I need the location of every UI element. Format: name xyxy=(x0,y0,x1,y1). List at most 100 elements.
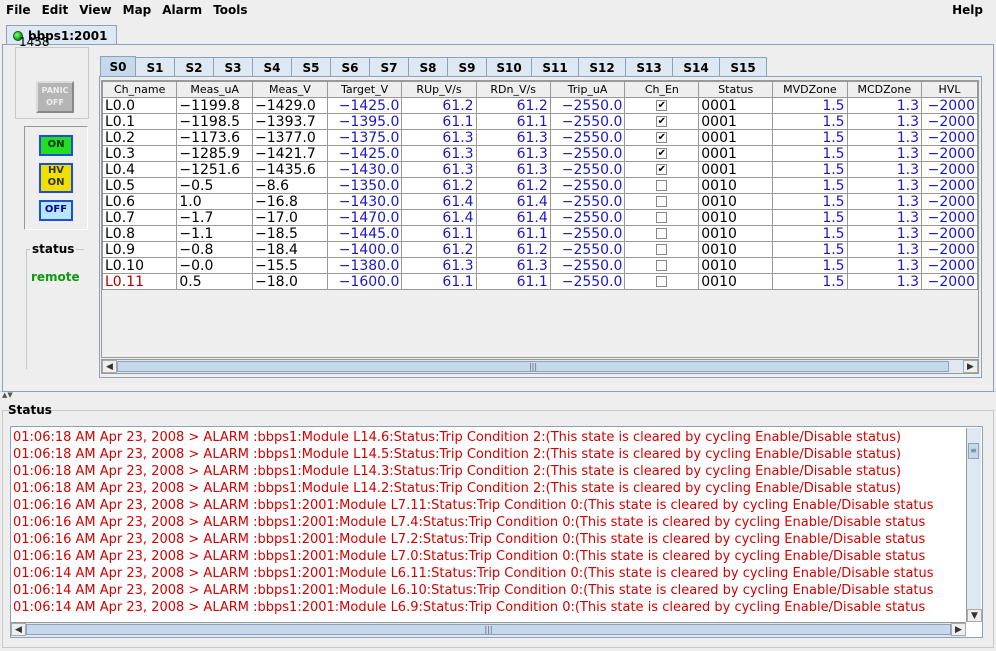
tab-s8[interactable]: S8 xyxy=(408,57,448,77)
cell-mcd[interactable]: 1.3 xyxy=(846,97,923,114)
table-row[interactable]: L0.9 −0.8 −18.4 −1400.0 61.2 61.2 −2550.0 0010 1… xyxy=(102,241,978,258)
cell-name[interactable]: L0.0 xyxy=(102,97,178,114)
cell-name[interactable]: L0.10 xyxy=(102,257,178,274)
column-header[interactable]: Meas_uA xyxy=(176,81,254,98)
cell-meas_ua[interactable]: −0.5 xyxy=(176,177,254,194)
cell-mcd[interactable]: 1.3 xyxy=(846,129,923,146)
table-row[interactable]: L0.5 −0.5 −8.6 −1350.0 61.2 61.2 −2550.0 0010 1.… xyxy=(102,177,978,194)
cell-meas_ua[interactable]: 1.0 xyxy=(176,193,254,210)
channel-enable-checkbox[interactable]: ✔ xyxy=(656,164,668,175)
cell-rdn[interactable]: 61.1 xyxy=(475,273,551,290)
cell-mvd[interactable]: 1.5 xyxy=(772,273,848,290)
cell-meas_v[interactable]: −1435.6 xyxy=(252,161,328,178)
cell-mvd[interactable]: 1.5 xyxy=(772,129,848,146)
cell-mvd[interactable]: 1.5 xyxy=(772,177,848,194)
cell-meas_v[interactable]: −16.8 xyxy=(252,193,328,210)
cell-mcd[interactable]: 1.3 xyxy=(846,145,923,162)
cell-rup[interactable]: 61.1 xyxy=(401,273,477,290)
cell-en[interactable] xyxy=(624,177,700,194)
cell-rup[interactable]: 61.2 xyxy=(401,241,477,258)
tab-s5[interactable]: S5 xyxy=(291,57,331,77)
cell-meas_ua[interactable]: −1251.6 xyxy=(176,161,254,178)
cell-meas_ua[interactable]: −1285.9 xyxy=(176,145,254,162)
cell-rup[interactable]: 61.4 xyxy=(401,193,477,210)
cell-rup[interactable]: 61.1 xyxy=(401,113,477,130)
cell-trip[interactable]: −2550.0 xyxy=(549,113,626,130)
cell-trip[interactable]: −2550.0 xyxy=(549,97,626,114)
cell-name[interactable]: L0.11 xyxy=(102,273,178,290)
cell-hvl[interactable]: −2000 xyxy=(921,257,978,274)
tab-s7[interactable]: S7 xyxy=(369,57,409,77)
cell-rup[interactable]: 61.2 xyxy=(401,97,477,114)
cell-mvd[interactable]: 1.5 xyxy=(772,257,848,274)
log-scroll-left-icon[interactable]: ◀ xyxy=(11,623,26,636)
menu-view[interactable]: View xyxy=(73,3,116,17)
tab-s2[interactable]: S2 xyxy=(174,57,214,77)
split-pane-divider[interactable]: ▲▼ xyxy=(0,392,996,399)
cell-target[interactable]: −1400.0 xyxy=(326,241,403,258)
cell-target[interactable]: −1600.0 xyxy=(326,273,403,290)
table-row[interactable]: L0.6 1.0 −16.8 −1430.0 61.4 61.4 −2550.0 0010 1.… xyxy=(102,193,978,210)
column-header[interactable]: HVL xyxy=(921,81,978,98)
cell-meas_v[interactable]: −17.0 xyxy=(252,209,328,226)
cell-mcd[interactable]: 1.3 xyxy=(846,113,923,130)
log-horizontal-scrollbar[interactable]: ◀ ||| ▶ xyxy=(11,622,966,637)
cell-meas_ua[interactable]: −1.1 xyxy=(176,225,254,242)
tab-s6[interactable]: S6 xyxy=(330,57,370,77)
cell-rdn[interactable]: 61.3 xyxy=(475,145,551,162)
cell-rdn[interactable]: 61.4 xyxy=(475,193,551,210)
on-button[interactable]: ON xyxy=(39,135,73,156)
cell-target[interactable]: −1375.0 xyxy=(326,129,403,146)
cell-status[interactable]: 0001 xyxy=(698,97,774,114)
cell-status[interactable]: 0001 xyxy=(698,113,774,130)
cell-trip[interactable]: −2550.0 xyxy=(549,273,626,290)
cell-mvd[interactable]: 1.5 xyxy=(772,241,848,258)
cell-meas_v[interactable]: −18.5 xyxy=(252,225,328,242)
cell-meas_v[interactable]: −1393.7 xyxy=(252,113,328,130)
cell-status[interactable]: 0010 xyxy=(698,193,774,210)
cell-en[interactable] xyxy=(624,193,700,210)
cell-hvl[interactable]: −2000 xyxy=(921,97,978,114)
cell-target[interactable]: −1430.0 xyxy=(326,193,403,210)
cell-mcd[interactable]: 1.3 xyxy=(846,241,923,258)
cell-mcd[interactable]: 1.3 xyxy=(846,177,923,194)
cell-status[interactable]: 0001 xyxy=(698,129,774,146)
cell-target[interactable]: −1380.0 xyxy=(326,257,403,274)
menu-file[interactable]: File xyxy=(0,3,36,17)
cell-trip[interactable]: −2550.0 xyxy=(549,161,626,178)
cell-target[interactable]: −1350.0 xyxy=(326,177,403,194)
channel-enable-checkbox[interactable]: ✔ xyxy=(656,148,668,159)
table-row[interactable]: L0.0 −1199.8 −1429.0 −1425.0 61.2 61.2 −2550.0… xyxy=(102,97,978,114)
cell-mcd[interactable]: 1.3 xyxy=(846,161,923,178)
scroll-right-icon[interactable]: ▶ xyxy=(963,360,978,373)
cell-mvd[interactable]: 1.5 xyxy=(772,161,848,178)
cell-target[interactable]: −1425.0 xyxy=(326,145,403,162)
cell-meas_v[interactable]: −18.4 xyxy=(252,241,328,258)
column-header[interactable]: RDn_V/s xyxy=(475,81,551,98)
table-row[interactable]: L0.7 −1.7 −17.0 −1470.0 61.4 61.4 −2550.0 0010 1… xyxy=(102,209,978,226)
cell-rup[interactable]: 61.3 xyxy=(401,257,477,274)
tab-s14[interactable]: S14 xyxy=(672,57,720,77)
cell-rup[interactable]: 61.3 xyxy=(401,161,477,178)
log-vscroll-thumb[interactable]: ≡ xyxy=(968,443,979,459)
cell-trip[interactable]: −2550.0 xyxy=(549,241,626,258)
table-row[interactable]: L0.3 −1285.9 −1421.7 −1425.0 61.3 61.3 −2550.0… xyxy=(102,145,978,162)
cell-trip[interactable]: −2550.0 xyxy=(549,129,626,146)
cell-name[interactable]: L0.4 xyxy=(102,161,178,178)
cell-rup[interactable]: 61.2 xyxy=(401,177,477,194)
menu-tools[interactable]: Tools xyxy=(207,3,252,17)
tab-s0[interactable]: S0 xyxy=(100,56,136,77)
cell-trip[interactable]: −2550.0 xyxy=(549,225,626,242)
column-header[interactable]: Ch_name xyxy=(102,81,178,98)
cell-mvd[interactable]: 1.5 xyxy=(772,97,848,114)
channel-enable-checkbox[interactable] xyxy=(656,180,668,191)
cell-status[interactable]: 0001 xyxy=(698,161,774,178)
cell-rup[interactable]: 61.1 xyxy=(401,225,477,242)
table-row[interactable]: L0.4 −1251.6 −1435.6 −1430.0 61.3 61.3 −2550.0… xyxy=(102,161,978,178)
cell-meas_v[interactable]: −1377.0 xyxy=(252,129,328,146)
cell-trip[interactable]: −2550.0 xyxy=(549,193,626,210)
cell-rup[interactable]: 61.3 xyxy=(401,145,477,162)
cell-hvl[interactable]: −2000 xyxy=(921,193,978,210)
cell-target[interactable]: −1430.0 xyxy=(326,161,403,178)
status-log[interactable]: 01:06:18 AM Apr 23, 2008 > ALARM :bbps1:… xyxy=(10,426,983,638)
